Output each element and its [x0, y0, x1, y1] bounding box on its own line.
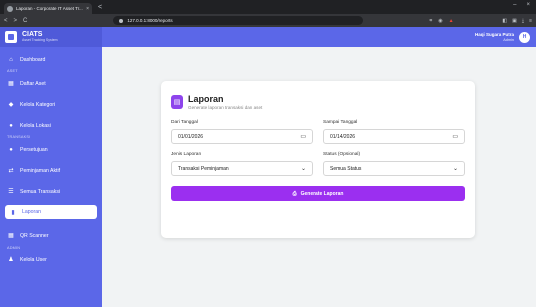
brand[interactable]: CIATS Asset Tracking System — [0, 27, 102, 47]
status-select[interactable]: Semua Status ⌄ — [323, 161, 465, 176]
status-value: Semua Status — [330, 165, 362, 172]
sidebar-item-label: Laporan — [22, 209, 42, 215]
sidebar-item-kelola-user[interactable]: ♟ Kelola User — [0, 253, 102, 266]
sidebar-item-daftar-aset[interactable]: ▦ Daftar Aset — [0, 77, 102, 90]
brand-name: CIATS — [22, 31, 43, 38]
page-title: Laporan — [188, 93, 224, 104]
list-icon: ☰ — [8, 189, 14, 195]
app: CIATS Asset Tracking System ⌂ Dashboard … — [0, 27, 536, 307]
download-icon[interactable]: ⤓ — [522, 18, 524, 24]
extension-icon[interactable]: ⌗ — [429, 18, 432, 24]
select-row: Jenis Laporan Transaksi Peminjaman ⌄ Sta… — [171, 152, 465, 176]
sidebar-item-label: QR Scanner — [20, 232, 49, 239]
sidebar-item-laporan[interactable]: ▮ Laporan — [5, 205, 97, 219]
brand-subtitle: Asset Tracking System — [22, 38, 58, 42]
chevron-down-icon: ⌄ — [300, 166, 306, 172]
reload-icon[interactable]: C — [23, 18, 27, 24]
browser-tab[interactable]: Laporan - Corporate IT Asset Tr... × — [4, 3, 92, 14]
toolbar-icons: ◧ ▣ ⤓ ≡ — [502, 18, 532, 24]
sidebar-item-kelola-kategori[interactable]: ◆ Kelola Kategori — [0, 98, 102, 111]
sidebar-section-asset: ASET — [7, 69, 18, 73]
address-bar: < > C 127.0.0.1:8000/reports ⌗ ◉ ▲ ◧ ▣ ⤓… — [0, 14, 536, 27]
to-date-label: Sampai Tanggal — [323, 120, 358, 125]
to-date-group: Sampai Tanggal 01/14/2026 ▭ — [323, 120, 465, 144]
page-subtitle: Generate laporan transaksi dan aset — [188, 104, 263, 110]
from-date-label: Dari Tanggal — [171, 120, 198, 125]
back-icon[interactable]: < — [4, 18, 8, 24]
to-date-value: 01/14/2026 — [330, 133, 356, 140]
bookmark-icon[interactable]: ▣ — [512, 18, 517, 24]
sidebar-item-label: Peminjaman Aktif — [20, 167, 61, 174]
boxes-icon: ▦ — [8, 81, 14, 87]
sidebar-item-label: Kelola User — [20, 256, 47, 263]
url-text: 127.0.0.1:8000/reports — [127, 18, 173, 23]
exchange-icon: ⇄ — [8, 168, 14, 174]
tab-title: Laporan - Corporate IT Asset Tr... — [16, 6, 83, 11]
topbar: Haqi Sugara Putra Admin H — [102, 27, 536, 47]
sidebar-item-label: Kelola Lokasi — [20, 122, 51, 129]
sidebar-item-qr-scanner[interactable]: ▦ QR Scanner — [0, 229, 102, 242]
report-type-select[interactable]: Transaksi Peminjaman ⌄ — [171, 161, 313, 176]
from-date-field[interactable]: 01/01/2026 ▭ — [171, 129, 313, 144]
avatar[interactable]: H — [519, 31, 530, 43]
date-row: Dari Tanggal 01/01/2026 ▭ Sampai Tanggal… — [171, 120, 465, 144]
sidebar-item-label: Kelola Kategori — [20, 101, 56, 108]
to-date-field[interactable]: 01/14/2026 ▭ — [323, 129, 465, 144]
extensions-icon[interactable]: ◧ — [502, 18, 507, 24]
report-type-group: Jenis Laporan Transaksi Peminjaman ⌄ — [171, 152, 313, 176]
tab-scroll-icon[interactable]: < — [98, 4, 102, 11]
browser-tabbar: Laporan - Corporate IT Asset Tr... × < –… — [0, 0, 536, 14]
sidebar-item-label: Daftar Aset — [20, 80, 46, 87]
printer-icon: ⎙ — [292, 190, 297, 197]
sidebar-section-admin: ADMIN — [7, 246, 21, 250]
sidebar-item-persetujuan[interactable]: ● Persetujuan — [0, 143, 102, 156]
calendar-icon[interactable]: ▭ — [300, 133, 306, 140]
sidebar-item-label: Persetujuan — [20, 146, 48, 153]
sidebar-section-transaksi: TRANSAKSI — [7, 135, 31, 139]
brand-logo-icon — [5, 31, 17, 43]
site-info-icon[interactable] — [119, 18, 124, 23]
generate-report-button[interactable]: ⎙ Generate Laporan — [171, 186, 465, 201]
report-type-label: Jenis Laporan — [171, 152, 202, 157]
card-header: ▤ Laporan Generate laporan transaksi dan… — [171, 92, 465, 112]
tag-icon: ◆ — [8, 102, 14, 108]
status-group: Status (Opsional) Semua Status ⌄ — [323, 152, 465, 176]
record-icon[interactable]: ▲ — [449, 18, 454, 24]
calendar-icon[interactable]: ▭ — [452, 133, 458, 140]
tab-close-icon[interactable]: × — [86, 6, 89, 12]
main-content: Haqi Sugara Putra Admin H ▤ Laporan Gene… — [102, 27, 536, 307]
minimize-icon[interactable]: – — [513, 2, 516, 8]
location-icon: ● — [9, 122, 13, 129]
home-icon: ⌂ — [9, 56, 13, 63]
user-role: Admin — [503, 37, 514, 42]
from-date-group: Dari Tanggal 01/01/2026 ▭ — [171, 120, 313, 144]
status-label: Status (Opsional) — [323, 152, 361, 157]
extension-area: ⌗ ◉ ▲ — [429, 18, 453, 24]
sidebar: CIATS Asset Tracking System ⌂ Dashboard … — [0, 27, 102, 307]
qr-icon: ▦ — [8, 233, 14, 239]
sidebar-item-label: Dashboard — [20, 56, 46, 63]
sidebar-item-kelola-lokasi[interactable]: ● Kelola Lokasi — [0, 119, 102, 132]
sidebar-item-semua-transaksi[interactable]: ☰ Semua Transaksi — [0, 185, 102, 198]
chevron-down-icon: ⌄ — [452, 166, 458, 172]
sidebar-item-label: Semua Transaksi — [20, 188, 61, 195]
url-field[interactable]: 127.0.0.1:8000/reports — [113, 16, 364, 25]
from-date-value: 01/01/2026 — [178, 133, 204, 140]
window-controls: – × — [513, 2, 530, 8]
forward-icon[interactable]: > — [14, 18, 18, 24]
close-window-icon[interactable]: × — [526, 2, 530, 8]
user-info[interactable]: Haqi Sugara Putra Admin — [475, 32, 514, 43]
file-icon: ▮ — [11, 209, 15, 216]
sidebar-item-peminjaman-aktif[interactable]: ⇄ Peminjaman Aktif — [0, 164, 102, 177]
report-card: ▤ Laporan Generate laporan transaksi dan… — [161, 81, 475, 238]
sidebar-item-dashboard[interactable]: ⌂ Dashboard — [0, 53, 102, 66]
tab-favicon-icon — [7, 5, 13, 12]
report-file-icon: ▤ — [171, 95, 183, 109]
shield-icon[interactable]: ◉ — [438, 18, 442, 24]
report-type-value: Transaksi Peminjaman — [178, 165, 229, 172]
check-circle-icon: ● — [9, 146, 13, 153]
generate-report-label: Generate Laporan — [300, 190, 344, 197]
menu-icon[interactable]: ≡ — [529, 18, 532, 24]
users-icon: ♟ — [8, 257, 14, 263]
